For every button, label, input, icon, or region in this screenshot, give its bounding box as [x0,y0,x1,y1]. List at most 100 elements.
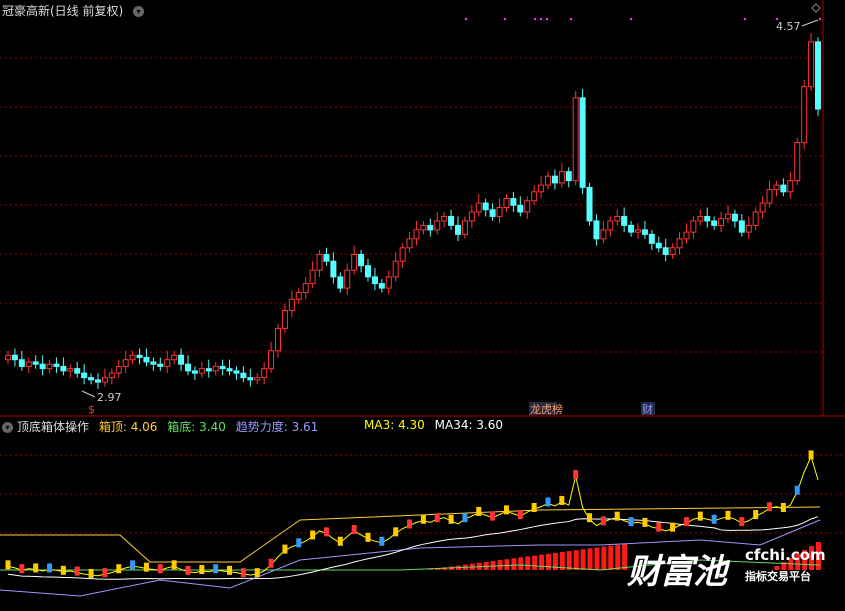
candle-body [60,365,67,372]
signal-block [573,470,579,480]
candle-body [496,207,503,217]
signal-block [74,566,80,576]
candle-body [25,361,32,367]
candle-body [399,247,406,262]
candle-body [531,191,538,202]
chevron-down-icon[interactable]: ▾ [2,422,13,433]
candle-body [302,283,309,294]
signal-block [711,514,717,524]
candle-body [101,377,108,383]
candle-body [690,220,697,233]
candle-body [261,368,268,379]
signal-dot [743,17,747,21]
brand-text: 财富池 [627,552,727,592]
candle-body [406,238,413,249]
signal-block [102,568,108,578]
candle-body [11,354,18,361]
candle-body [427,224,434,231]
candle-body [226,368,233,372]
histogram-bar [587,548,593,570]
candle-body [808,41,815,88]
candle-body [697,215,704,222]
histogram-bar [490,561,496,570]
candle-body [551,175,558,184]
candle-body [330,260,337,278]
candle-body [794,142,801,182]
signal-block [670,522,676,532]
ma3-item: MA3: 4.30 [364,418,425,432]
signal-block [531,503,537,513]
chart-canvas: $ 龙虎榜 财 4.57 2.97 [0,0,845,597]
candle-body [358,254,365,267]
top-grid [0,57,823,353]
signal-block [254,568,260,578]
histogram-bar [573,550,579,570]
candle-body [545,175,551,186]
candle-body [39,363,46,370]
signal-block [587,513,593,523]
box-top-item: 箱顶: 4.06 [98,420,158,434]
histogram-bar [532,555,538,570]
candle-body [614,215,621,222]
signal-block [185,565,191,575]
histogram-bar [546,553,551,570]
diamond-icon[interactable] [811,3,821,13]
candle-body [247,377,254,381]
candle-body [108,372,115,379]
candle-body [178,354,185,365]
candle-body [337,276,344,289]
candle-body [185,363,191,372]
candle-body [579,97,586,188]
candle-body [392,260,399,278]
candle-body [378,283,385,289]
candle-body [122,359,129,367]
signal-block [780,503,786,513]
candle-body [676,238,683,249]
signal-block [240,568,246,578]
signal-block [60,565,66,575]
signal-block [171,560,177,570]
candle-body [558,171,565,184]
candle-body [711,220,718,226]
signal-block [808,450,814,460]
candle-body [88,377,95,381]
signal-block [767,502,773,512]
signal-block [794,485,800,495]
signal-block [199,565,205,575]
candle-body [129,354,136,361]
candle-body [53,363,60,367]
high-price-label: 4.57 [776,20,801,33]
candle-body [718,218,725,226]
signal-block [545,497,551,507]
signal-block [143,562,149,572]
high-pointer [801,19,819,27]
histogram-bar [608,545,614,570]
candle-body [46,363,53,370]
signal-block [697,511,703,521]
candle-body [295,292,302,300]
candle-body [669,247,676,256]
candle-body [635,229,641,233]
candle-body [323,254,330,262]
signal-block [434,513,440,523]
candle-body [448,215,455,226]
bottom-panel-header: ▾ 顶底箱体操作 箱顶: 4.06 箱底: 3.40 趋势力度: 3.61 [2,418,324,435]
signal-block [559,495,565,505]
candle-body [32,361,39,365]
signal-block [600,516,606,526]
candle-body [441,215,448,222]
candle-body [212,365,219,372]
candle-body [538,184,545,193]
chevron-down-icon[interactable]: ▾ [133,6,145,17]
signal-block [753,510,759,520]
candle-body [254,377,261,381]
signal-dot [629,17,633,21]
ma34-item: MA34: 3.60 [434,418,504,432]
watermark-logo: 财富池 cfchi.com 指标交易平台 [627,544,827,592]
signal-block [33,563,39,573]
candle-body [641,229,648,235]
candle-body [316,254,323,271]
signal-dots [464,17,822,21]
tagline-text: 指标交易平台 [745,570,811,583]
signal-dot [539,17,543,21]
